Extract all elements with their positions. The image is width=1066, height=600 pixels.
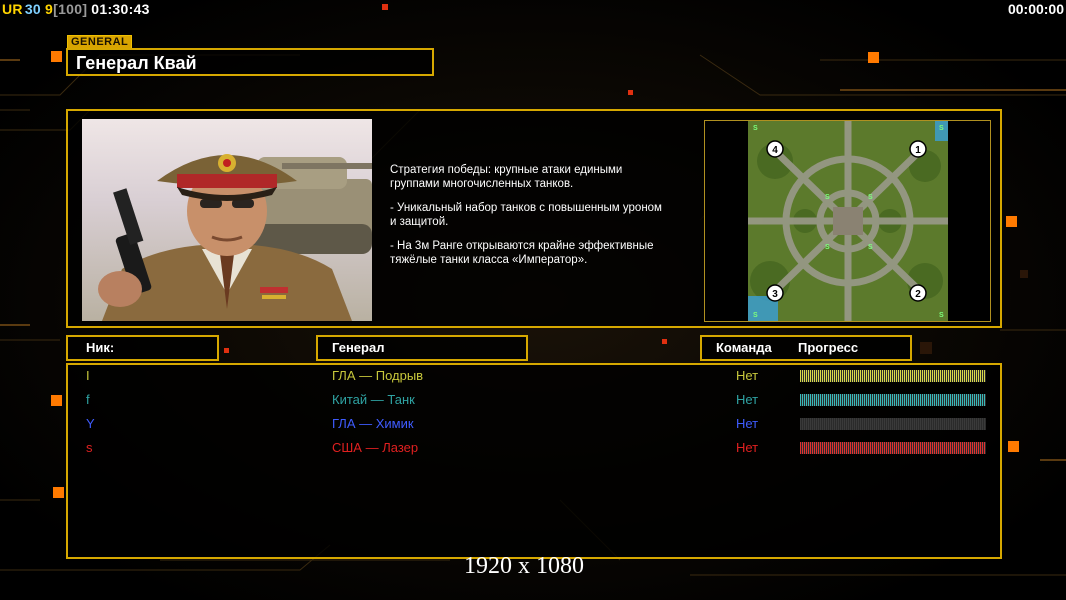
general-portrait bbox=[82, 119, 372, 321]
progress-header-label: Прогресс bbox=[798, 340, 859, 355]
table-row: Y ГЛА — Химик Нет bbox=[68, 414, 1000, 436]
player-nick: Y bbox=[86, 416, 95, 431]
player-general: ГЛА — Подрыв bbox=[332, 368, 424, 383]
supply-marker: S bbox=[825, 194, 830, 201]
strategy-line-3: - На 3м Ранге открываются крайне эффекти… bbox=[390, 240, 654, 266]
table-row: s США — Лазер Нет bbox=[68, 438, 1000, 460]
player-team: Нет bbox=[736, 368, 759, 383]
progress-bar bbox=[800, 370, 986, 382]
supply-marker: S bbox=[753, 125, 758, 132]
player-general: Китай — Танк bbox=[332, 392, 415, 407]
supply-marker: S bbox=[939, 312, 944, 319]
general-portrait-image bbox=[98, 154, 372, 321]
map-start-3: 3 bbox=[772, 289, 778, 300]
general-tag: GENERAL bbox=[67, 35, 133, 49]
general-name: Генерал Квай bbox=[76, 53, 197, 73]
strategy-description: Стратегия победы: крупные атаки едиными … bbox=[390, 163, 700, 277]
map-start-4: 4 bbox=[772, 145, 778, 156]
general-header-label: Генерал bbox=[332, 340, 385, 355]
player-team: Нет bbox=[736, 440, 759, 455]
general-title-box: Генерал Квай bbox=[66, 48, 434, 76]
strategy-line-2: - Уникальный набор танков с повышенным у… bbox=[390, 202, 662, 228]
general-info-panel: Стратегия победы: крупные атаки едиными … bbox=[66, 109, 1002, 328]
hud-players: 9 bbox=[45, 1, 54, 17]
player-general: ГЛА — Химик bbox=[332, 416, 414, 431]
player-team: Нет bbox=[736, 392, 759, 407]
team-progress-header: Команда Прогресс bbox=[700, 335, 912, 361]
hud-tag: UR bbox=[2, 1, 23, 17]
progress-bar bbox=[800, 442, 986, 454]
map-preview: 4 1 3 2 S S S S S S S S bbox=[704, 120, 991, 322]
player-nick: I bbox=[86, 368, 90, 383]
players-panel: I ГЛА — Подрыв Нет f Китай — Танк Нет Y ГЛА — Х… bbox=[66, 363, 1002, 559]
hud-status: UR 30 9[100] 01:30:43 bbox=[2, 1, 154, 17]
supply-marker: S bbox=[868, 244, 873, 251]
table-row: I ГЛА — Подрыв Нет bbox=[68, 366, 1000, 388]
map-preview-image: 4 1 3 2 S S S S S S S S bbox=[705, 121, 990, 321]
nick-header-label: Ник: bbox=[86, 340, 115, 355]
supply-marker: S bbox=[753, 312, 758, 319]
supply-marker: S bbox=[939, 125, 944, 132]
player-general: США — Лазер bbox=[332, 440, 419, 455]
supply-marker: S bbox=[825, 244, 830, 251]
progress-bar bbox=[800, 394, 986, 406]
map-start-2: 2 bbox=[915, 289, 921, 300]
hud-clock: 01:30:43 bbox=[91, 1, 150, 17]
player-nick: s bbox=[86, 440, 93, 455]
nick-header: Ник: bbox=[66, 335, 219, 361]
map-start-1: 1 bbox=[915, 145, 921, 156]
hud-fps: 30 bbox=[24, 1, 42, 17]
resolution-label: 1920 x 1080 bbox=[464, 553, 584, 579]
general-header: Генерал bbox=[316, 335, 528, 361]
progress-bar bbox=[800, 418, 986, 430]
hud-ping: [100] bbox=[53, 1, 88, 17]
team-header-label: Команда bbox=[716, 340, 772, 355]
strategy-line-1: Стратегия победы: крупные атаки едиными … bbox=[390, 164, 623, 190]
table-row: f Китай — Танк Нет bbox=[68, 390, 1000, 412]
player-nick: f bbox=[86, 392, 90, 407]
player-team: Нет bbox=[736, 416, 759, 431]
hud-timer: 00:00:00 bbox=[1007, 1, 1064, 17]
supply-marker: S bbox=[868, 194, 873, 201]
